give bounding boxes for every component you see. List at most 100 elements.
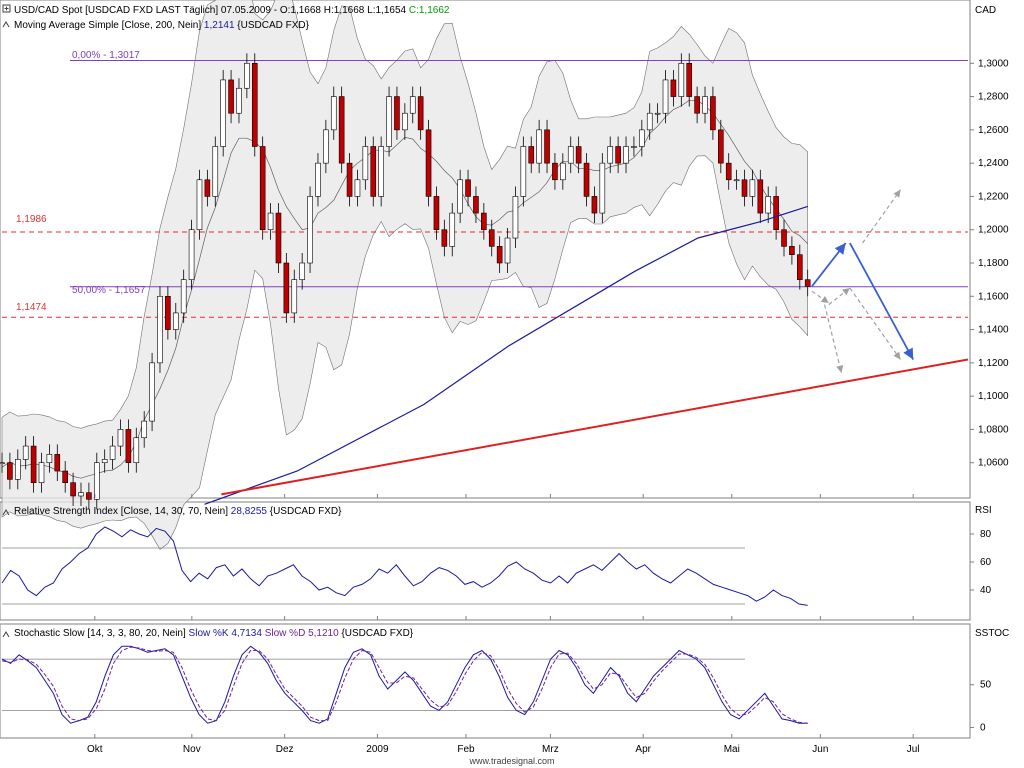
candle-body xyxy=(599,162,606,214)
candle-body xyxy=(804,279,811,287)
price-tick-label: 1,2200 xyxy=(978,191,1009,202)
fib-50-label: 50,00% - 1,1657 xyxy=(72,285,146,296)
candle-body xyxy=(101,459,108,464)
rsi-tick-label: 40 xyxy=(980,585,992,596)
x-tick-label: 2009 xyxy=(366,744,389,755)
candle-body xyxy=(520,146,527,197)
price-tick-label: 1,1400 xyxy=(978,325,1009,336)
candle-body xyxy=(244,62,250,89)
x-tick-label: Mai xyxy=(724,744,740,755)
x-tick-label: Jul xyxy=(907,744,920,755)
rsi-header: Relative Strength Index [Close, 14, 30, … xyxy=(14,506,342,517)
stoch-tick-label: 0 xyxy=(980,722,986,733)
collapse-icon[interactable] xyxy=(2,4,11,13)
candle-body xyxy=(646,112,653,131)
candle-body xyxy=(62,470,68,483)
candle-body xyxy=(283,262,290,314)
candle-body xyxy=(86,492,92,500)
candle-body xyxy=(338,96,345,164)
candle-body xyxy=(765,196,772,214)
price-tick-label: 1,1000 xyxy=(978,391,1009,402)
candle-body xyxy=(433,196,440,231)
candle-body xyxy=(702,96,708,114)
candle-body xyxy=(654,112,661,115)
candle-body xyxy=(267,212,274,231)
candle-body xyxy=(725,162,732,181)
candle-body xyxy=(78,492,84,497)
candle-body xyxy=(165,295,171,330)
price-tick-label: 1,2000 xyxy=(978,225,1009,236)
candle-body xyxy=(14,459,21,480)
candle-body xyxy=(607,146,614,164)
candle-body xyxy=(583,162,590,197)
candle-body xyxy=(370,146,377,197)
candle-body xyxy=(544,129,550,164)
price-tick-label: 1,0600 xyxy=(978,458,1009,469)
candle-body xyxy=(188,229,195,280)
candle-body xyxy=(93,462,100,500)
candle-body xyxy=(536,129,542,164)
candle-body xyxy=(757,179,764,214)
candle-body xyxy=(560,162,566,181)
rsi-tick-label: 60 xyxy=(980,557,992,568)
candle-body xyxy=(449,212,456,247)
price-tick-label: 1,1600 xyxy=(978,291,1009,302)
candle-body xyxy=(46,454,53,464)
candle-body xyxy=(694,96,700,114)
candle-body xyxy=(512,196,519,239)
candle-body xyxy=(299,262,305,280)
watermark: www.tradesignal.com xyxy=(468,756,554,766)
candle-body xyxy=(275,212,282,264)
stoch-header: Stochastic Slow [14, 3, 3, 80, 20, Nein]… xyxy=(14,628,414,639)
candle-body xyxy=(70,482,76,497)
candle-body xyxy=(615,146,621,164)
candle-body xyxy=(196,179,203,231)
candle-body xyxy=(172,312,179,330)
price-tick-label: 1,2800 xyxy=(978,92,1009,103)
candle-body xyxy=(22,445,29,460)
price-tick-label: 1,2400 xyxy=(978,158,1009,169)
candle-body xyxy=(204,179,211,197)
candle-body xyxy=(789,246,795,255)
x-tick-label: Feb xyxy=(457,744,475,755)
x-tick-label: Apr xyxy=(635,744,651,755)
candle-body xyxy=(441,229,448,247)
candle-body xyxy=(323,129,329,164)
candle-body xyxy=(781,229,787,247)
candle-body xyxy=(567,146,574,164)
candle-body xyxy=(528,146,535,164)
candle-body xyxy=(117,429,124,447)
candle-body xyxy=(133,437,140,464)
candle-body xyxy=(354,179,361,197)
candle-body xyxy=(394,96,400,131)
candle-body xyxy=(797,254,803,280)
candle-body xyxy=(330,96,337,131)
candle-body xyxy=(7,462,13,480)
candle-body xyxy=(378,146,384,197)
candle-body xyxy=(773,196,779,231)
candle-body xyxy=(552,162,558,181)
price-tick-label: 1,1200 xyxy=(978,358,1009,369)
price-tick-label: 1,2600 xyxy=(978,125,1009,136)
price-tick-label: 1,0800 xyxy=(978,424,1009,435)
candle-body xyxy=(496,246,503,264)
candle-body xyxy=(157,295,163,364)
candle-body xyxy=(465,179,471,197)
candle-body xyxy=(236,87,242,114)
x-tick-label: Dez xyxy=(276,744,294,755)
x-tick-label: Mrz xyxy=(542,744,559,755)
fib-0-label: 0,00% - 1,3017 xyxy=(72,50,140,61)
candle-body xyxy=(623,146,629,164)
candle-body xyxy=(141,420,147,439)
stoch-tick-label: 50 xyxy=(980,680,992,691)
candle-body xyxy=(228,79,234,114)
candle-body xyxy=(346,162,353,197)
stoch-panel[interactable] xyxy=(0,623,971,739)
price-axis-unit: CAD xyxy=(975,5,996,16)
candle-body xyxy=(662,79,669,114)
candle-body xyxy=(30,445,37,483)
candle-body xyxy=(251,62,258,147)
candle-body xyxy=(212,146,219,197)
candle-body xyxy=(409,96,416,114)
x-tick-label: Jun xyxy=(812,744,828,755)
